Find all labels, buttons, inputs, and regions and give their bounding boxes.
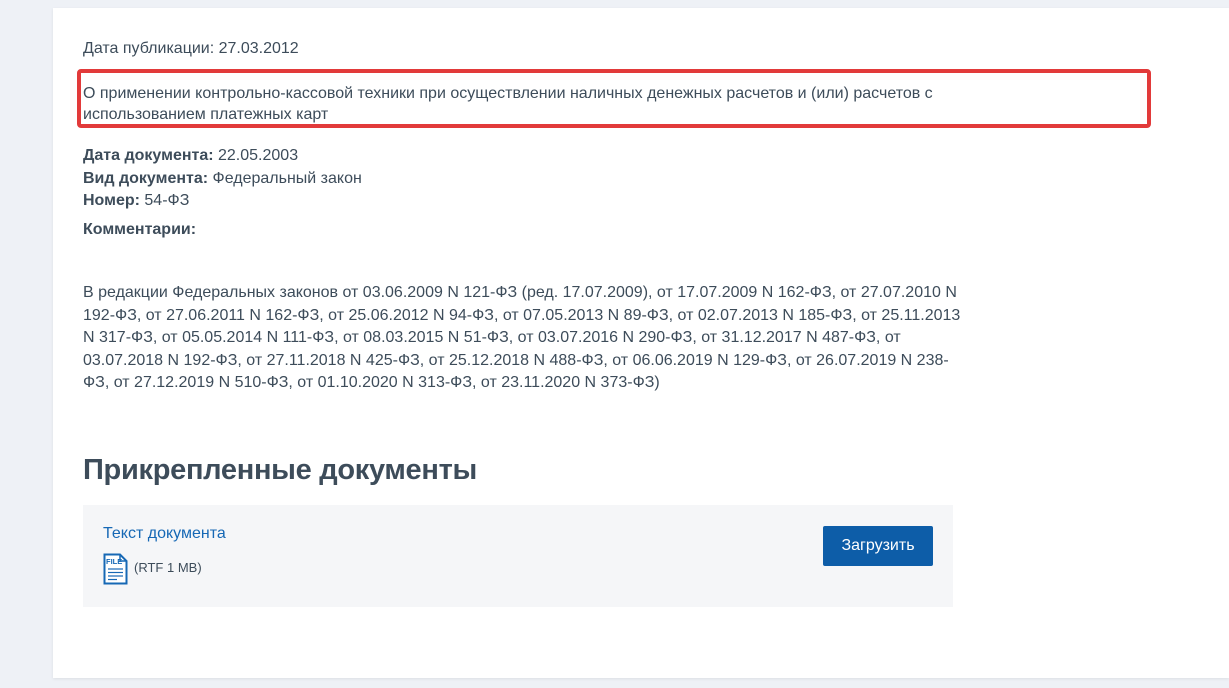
file-icon[interactable]: FILE xyxy=(103,553,128,585)
meta-number-value: 54-ФЗ xyxy=(139,192,190,209)
download-button[interactable]: Загрузить xyxy=(823,526,933,566)
meta-number: Номер: 54-ФЗ xyxy=(83,190,362,213)
meta-doc-date: Дата документа: 22.05.2003 xyxy=(83,145,362,168)
file-size: (RTF 1 MB) xyxy=(134,560,202,575)
document-title: О применении контрольно-кассовой техники… xyxy=(83,85,933,123)
meta-doc-type: Вид документа: Федеральный закон xyxy=(83,168,362,191)
meta-doc-date-label: Дата документа: xyxy=(83,147,214,164)
attachment-item: Текст документа FILE (RTF 1 MB) Загрузит… xyxy=(83,505,953,607)
revisions-text: В редакции Федеральных законов от 03.06.… xyxy=(83,284,961,391)
attachments-heading: Прикрепленные документы xyxy=(83,454,477,486)
meta-doc-type-value: Федеральный закон xyxy=(208,169,362,187)
file-icon-label: FILE xyxy=(106,557,122,566)
publication-date: Дата публикации: 27.03.2012 xyxy=(83,40,299,57)
document-card: Дата публикации: 27.03.2012 О применении… xyxy=(53,8,1229,678)
comments-label: Комментарии: xyxy=(83,221,197,238)
meta-doc-type-label: Вид документа: xyxy=(83,169,209,187)
document-text-link[interactable]: Текст документа xyxy=(103,524,226,544)
meta-doc-date-value: 22.05.2003 xyxy=(213,147,299,164)
meta-number-label: Номер: xyxy=(83,192,140,209)
document-meta: Дата документа: 22.05.2003 Вид документа… xyxy=(83,145,362,213)
